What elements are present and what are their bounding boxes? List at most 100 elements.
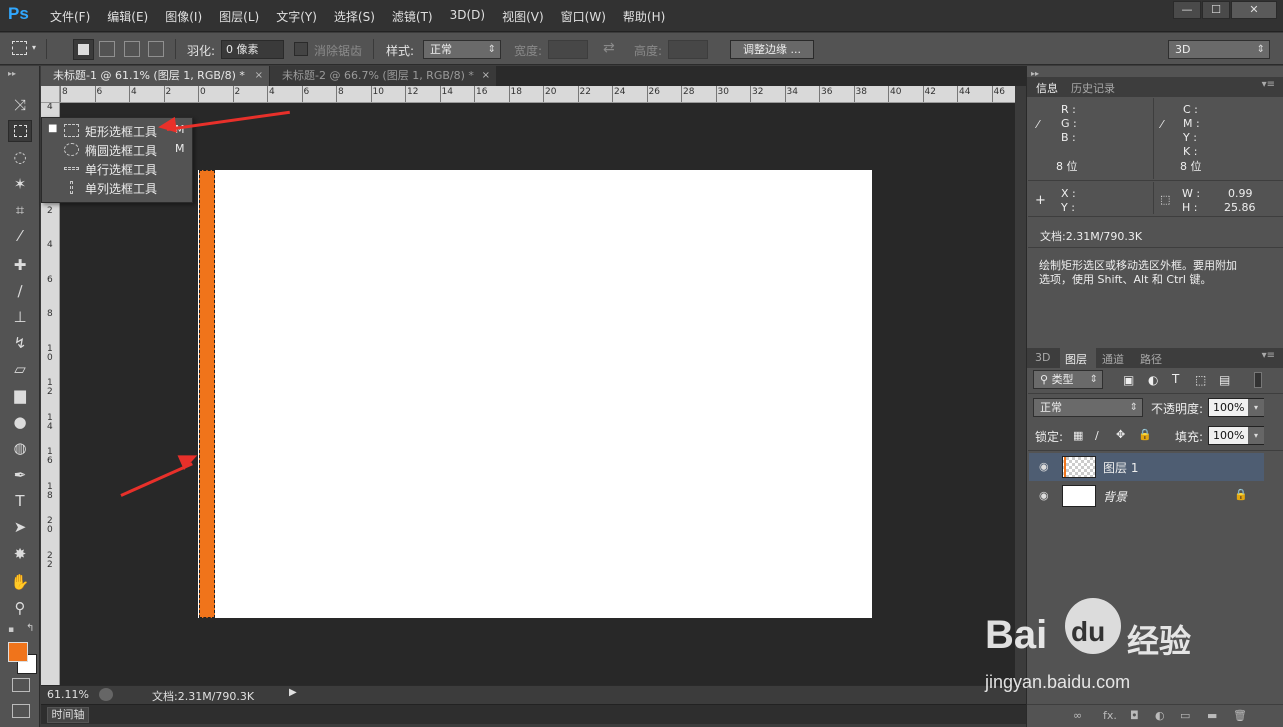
width-input[interactable] — [548, 40, 588, 59]
menu-window[interactable]: 窗口(W) — [561, 8, 606, 25]
lock-all-icon[interactable]: 🔒 — [1138, 428, 1152, 441]
filter-shape-icon[interactable]: ⬚ — [1195, 373, 1206, 387]
tool-preset-picker[interactable]: ▾ — [12, 41, 40, 57]
workspace-select[interactable]: 3D — [1168, 40, 1270, 59]
filter-smart-object-icon[interactable]: ▤ — [1219, 373, 1230, 387]
filter-type-icon[interactable]: T — [1172, 372, 1179, 386]
tab-doc-1[interactable]: 未标题-1 @ 61.1% (图层 1, RGB/8) * × — [41, 66, 269, 86]
tab-paths[interactable]: 路径 — [1140, 351, 1162, 367]
adjustment-layer-icon[interactable]: ◐ — [1155, 709, 1165, 722]
pen-tool-icon[interactable]: ✒ — [8, 464, 32, 486]
swap-colors-icon[interactable]: ↰ — [26, 623, 34, 634]
zoom-level[interactable]: 61.11% — [47, 688, 89, 701]
move-tool-icon[interactable]: ⤨ — [8, 94, 32, 116]
filter-adjustment-icon[interactable]: ◐ — [1148, 373, 1158, 387]
tab-info[interactable]: 信息 — [1036, 80, 1058, 96]
tab-doc-2[interactable]: 未标题-2 @ 66.7% (图层 1, RGB/8) * × — [270, 66, 496, 86]
screen-mode-icon[interactable] — [12, 704, 30, 718]
tab-history[interactable]: 历史记录 — [1071, 80, 1115, 96]
lock-position-icon[interactable]: ✥ — [1116, 428, 1125, 441]
panel-menu-icon[interactable]: ▾≡ — [1262, 79, 1275, 90]
visibility-eye-icon[interactable]: ◉ — [1039, 460, 1049, 473]
swap-icon[interactable]: ⇄ — [603, 40, 615, 56]
lasso-tool-icon[interactable]: ◌ — [8, 146, 32, 168]
tab-channels[interactable]: 通道 — [1102, 351, 1124, 367]
new-layer-icon[interactable]: ▬ — [1207, 709, 1217, 722]
ruler-origin[interactable] — [41, 86, 60, 103]
new-selection-button[interactable] — [73, 39, 94, 60]
delete-layer-icon[interactable]: 🗑 — [1233, 709, 1247, 722]
eraser-tool-icon[interactable]: ▱ — [8, 358, 32, 380]
document-canvas[interactable] — [198, 170, 872, 618]
menu-3d[interactable]: 3D(D) — [450, 8, 485, 25]
layer-name[interactable]: 背景 — [1103, 488, 1127, 505]
horizontal-ruler[interactable]: 8 6 4 2 0 2 4 6 8 10 12 14 16 18 20 22 24 26 28 30 32 34 36 38 4… — [60, 86, 1015, 103]
dodge-tool-icon[interactable]: ◍ — [8, 437, 32, 459]
stamp-tool-icon[interactable]: ⊥ — [8, 306, 32, 328]
visibility-eye-icon[interactable]: ◉ — [1039, 489, 1049, 502]
collapse-icon[interactable]: ▸▸ — [8, 69, 16, 78]
type-tool-icon[interactable]: T — [8, 490, 32, 512]
menu-edit[interactable]: 编辑(E) — [107, 8, 148, 25]
flyout-item-single-column[interactable]: 单列选框工具 — [42, 178, 192, 197]
filter-toggle[interactable] — [1254, 372, 1262, 388]
height-input[interactable] — [668, 40, 708, 59]
close-button[interactable]: ✕ — [1231, 1, 1277, 19]
eyedropper-tool-icon[interactable]: ⁄ — [8, 225, 32, 247]
refine-edge-button[interactable]: 调整边缘 ... — [730, 40, 814, 59]
healing-brush-tool-icon[interactable]: ✚ — [8, 254, 32, 276]
foreground-color-swatch[interactable] — [8, 642, 28, 662]
filter-pixel-icon[interactable]: ▣ — [1123, 373, 1134, 387]
status-menu-icon[interactable]: ▶ — [289, 687, 297, 698]
default-colors-icon[interactable]: ▪ — [8, 625, 14, 635]
zoom-tool-icon[interactable]: ⚲ — [8, 597, 32, 619]
panel-menu-icon[interactable]: ▾≡ — [1262, 350, 1275, 361]
menu-image[interactable]: 图像(I) — [165, 8, 202, 25]
shape-tool-icon[interactable]: ✸ — [8, 543, 32, 565]
quick-mask-icon[interactable] — [12, 678, 30, 692]
close-icon[interactable]: × — [482, 66, 490, 86]
brush-tool-icon[interactable]: ∕ — [8, 280, 32, 302]
lock-transparent-icon[interactable]: ▦ — [1073, 429, 1083, 442]
layer-row-background[interactable]: ◉ 背景 🔒 — [1029, 482, 1264, 510]
intersect-selection-button[interactable] — [148, 41, 164, 57]
layer-style-icon[interactable]: fx. — [1103, 709, 1117, 722]
timeline-tab[interactable]: 时间轴 — [47, 707, 89, 723]
menu-file[interactable]: 文件(F) — [50, 8, 90, 25]
flyout-item-single-row[interactable]: 单行选框工具 — [42, 159, 192, 178]
feather-input[interactable]: 0 像素 — [221, 40, 284, 59]
hand-tool-icon[interactable]: ✋ — [8, 571, 32, 593]
restore-button[interactable]: ☐ — [1202, 1, 1230, 19]
tab-3d[interactable]: 3D — [1035, 351, 1050, 364]
blur-tool-icon[interactable]: ● — [8, 411, 32, 433]
style-select[interactable]: 正常 — [423, 40, 501, 59]
menu-filter[interactable]: 滤镜(T) — [392, 8, 433, 25]
subtract-selection-button[interactable] — [124, 41, 140, 57]
menu-help[interactable]: 帮助(H) — [623, 8, 665, 25]
magic-wand-tool-icon[interactable]: ✶ — [8, 173, 32, 195]
minimize-button[interactable]: — — [1173, 1, 1201, 19]
close-icon[interactable]: × — [255, 66, 263, 86]
layer-row-layer1[interactable]: ◉ 图层 1 — [1029, 453, 1264, 481]
lock-pixels-icon[interactable]: ∕ — [1095, 429, 1099, 442]
layer-name[interactable]: 图层 1 — [1103, 459, 1138, 476]
fill-dropdown-icon[interactable]: ▾ — [1248, 427, 1264, 444]
add-mask-icon[interactable]: ◘ — [1130, 709, 1139, 722]
tab-layers[interactable]: 图层 — [1065, 351, 1087, 367]
new-group-icon[interactable]: ▭ — [1180, 709, 1190, 722]
blend-mode-select[interactable]: 正常 — [1033, 398, 1143, 417]
path-selection-tool-icon[interactable]: ➤ — [8, 516, 32, 538]
crop-tool-icon[interactable]: ⌗ — [8, 199, 32, 221]
menu-type[interactable]: 文字(Y) — [276, 8, 317, 25]
antialias-checkbox[interactable] — [294, 42, 308, 56]
rect-marquee-tool-icon[interactable] — [8, 120, 32, 142]
add-selection-button[interactable] — [99, 41, 115, 57]
layer-filter-select[interactable]: ⚲ 类型 — [1033, 370, 1103, 389]
menu-layer[interactable]: 图层(L) — [219, 8, 259, 25]
opacity-dropdown-icon[interactable]: ▾ — [1248, 399, 1264, 416]
flyout-item-ellipse-marquee[interactable]: 椭圆选框工具 M — [42, 140, 192, 159]
menu-view[interactable]: 视图(V) — [502, 8, 544, 25]
collapse-icon[interactable]: ▸▸ — [1031, 69, 1039, 78]
link-layers-icon[interactable]: ∞ — [1073, 709, 1082, 722]
history-brush-tool-icon[interactable]: ↯ — [8, 332, 32, 354]
